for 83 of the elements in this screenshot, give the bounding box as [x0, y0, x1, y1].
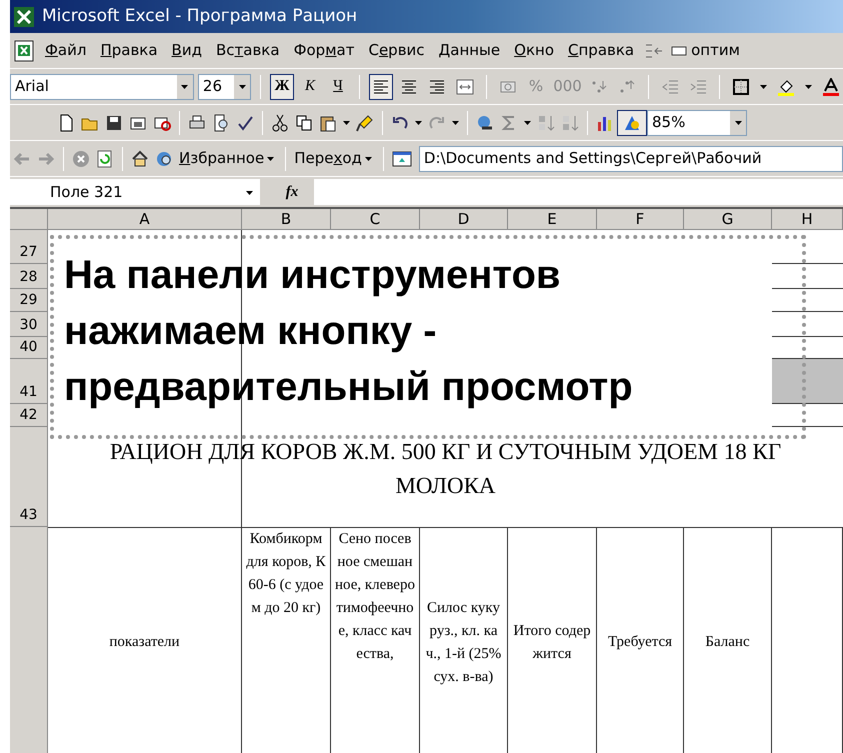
row-header[interactable]: 28: [10, 264, 48, 289]
caret-icon[interactable]: [415, 119, 422, 126]
bold-button[interactable]: Ж: [270, 74, 294, 100]
print-icon[interactable]: [188, 114, 206, 132]
caret-icon[interactable]: [452, 119, 459, 126]
menu-item[interactable]: Данные: [432, 39, 508, 62]
table-header-cell: Комбикорм для коров, К 60-6 (с удоем до 20 кг): [242, 527, 331, 753]
formula-field[interactable]: [314, 179, 843, 205]
caret-icon[interactable]: [238, 83, 246, 90]
row-header[interactable]: 42: [10, 404, 48, 427]
address-field[interactable]: D:\Documents and Settings\Сергей\Рабочий: [418, 146, 843, 172]
cut-icon[interactable]: [271, 114, 289, 132]
column-header[interactable]: C: [331, 209, 420, 230]
table-header-cell: Требуется: [597, 527, 684, 753]
merge-center-icon[interactable]: [456, 78, 474, 96]
window-title: Microsoft Excel - Программа Рацион: [42, 4, 358, 28]
name-box[interactable]: Поле 321: [10, 179, 260, 205]
table-header-cell: Силос кукуруз., кл. кач., 1-й (25% сух. в-ва): [420, 527, 508, 753]
row-header[interactable]: 41: [10, 359, 48, 404]
row-header[interactable]: 30: [10, 312, 48, 337]
column-header[interactable]: E: [508, 209, 597, 230]
zoom-field[interactable]: 85%: [647, 110, 747, 136]
toolbar-options-icon[interactable]: [644, 42, 664, 60]
italic-button[interactable]: К: [298, 74, 322, 100]
menu-item[interactable]: Сервис: [361, 39, 432, 62]
favorites-button[interactable]: Избранное: [176, 146, 280, 172]
menu-item[interactable]: Файл: [38, 39, 94, 62]
underline-button[interactable]: Ч: [326, 74, 350, 100]
menu-item[interactable]: оптим: [691, 39, 740, 62]
menu-item[interactable]: Справка: [561, 39, 642, 62]
table-header-cell: Итого содержится: [508, 527, 597, 753]
menu-item[interactable]: Вставка: [208, 39, 287, 62]
print-preview-icon[interactable]: [212, 114, 230, 132]
row-header[interactable]: 43: [10, 427, 48, 527]
align-center-icon[interactable]: [400, 78, 418, 96]
workbook-icon[interactable]: [13, 38, 35, 62]
borders-icon[interactable]: [732, 78, 750, 96]
menu-item[interactable]: Правка: [93, 39, 165, 62]
insert-function-button[interactable]: fx: [280, 179, 304, 205]
caret-icon[interactable]: [246, 188, 253, 196]
goto-button[interactable]: Переход: [291, 146, 378, 172]
column-header[interactable]: D: [420, 209, 508, 230]
excel-logo-icon: [13, 6, 35, 28]
row-header[interactable]: 29: [10, 289, 48, 312]
caret-icon[interactable]: [343, 119, 350, 126]
menu-item[interactable]: Формат: [286, 39, 362, 62]
align-left-icon[interactable]: [372, 78, 390, 96]
table-header-cell: показатели: [48, 527, 242, 753]
refresh-icon[interactable]: [96, 150, 114, 168]
copy-icon[interactable]: [295, 114, 313, 132]
search-icon[interactable]: [155, 150, 173, 168]
fill-color-icon[interactable]: [777, 78, 795, 96]
caret-icon[interactable]: [364, 155, 372, 162]
web-only-icon[interactable]: [392, 150, 412, 168]
stop-icon[interactable]: [72, 150, 90, 168]
home-icon[interactable]: [131, 150, 149, 168]
spelling-icon[interactable]: [236, 114, 254, 132]
font-field[interactable]: Arial: [10, 74, 194, 100]
column-header[interactable]: G: [684, 209, 772, 230]
table-header-cell: Баланс: [684, 527, 772, 753]
menu-item[interactable]: Окно: [507, 39, 561, 62]
column-header[interactable]: B: [242, 209, 331, 230]
font-color-icon[interactable]: [822, 78, 840, 96]
paste-icon[interactable]: [319, 114, 337, 132]
drawing-icon[interactable]: [623, 114, 641, 132]
save-icon[interactable]: [105, 114, 123, 132]
caret-icon[interactable]: [267, 155, 274, 162]
caret-icon[interactable]: [524, 119, 531, 126]
row-header[interactable]: 27: [10, 230, 48, 264]
column-header[interactable]: F: [597, 209, 684, 230]
font-size-field[interactable]: 26: [198, 74, 252, 100]
caret-icon[interactable]: [760, 83, 767, 90]
table-header-cell: Сено посевное смешанное, клеверотимофеечное, класс качества,: [331, 527, 420, 753]
align-right-icon[interactable]: [428, 78, 446, 96]
column-header[interactable]: A: [48, 209, 242, 230]
menu-item[interactable]: Вид: [164, 39, 209, 62]
row-header[interactable]: 40: [10, 337, 48, 359]
caret-icon[interactable]: [734, 119, 742, 126]
caret-icon[interactable]: [181, 83, 188, 90]
hyperlink-icon[interactable]: [476, 114, 494, 132]
column-header[interactable]: H: [772, 209, 843, 230]
format-painter-icon[interactable]: [356, 114, 374, 132]
caret-icon[interactable]: [805, 83, 812, 90]
